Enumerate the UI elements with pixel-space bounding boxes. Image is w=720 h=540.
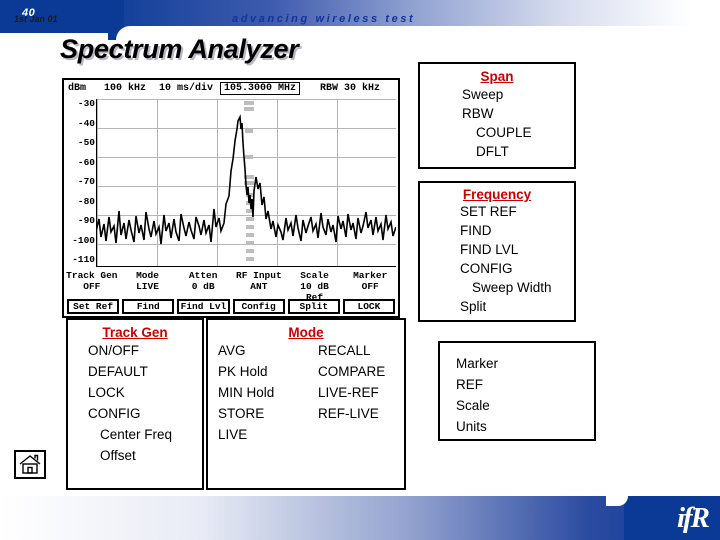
footer-date: 1st Jan 01 bbox=[14, 14, 58, 24]
menu-item-avg[interactable]: AVG bbox=[218, 340, 310, 361]
analyzer-status-bar: dBm 100 kHz 10 ms/div 105.3000 MHz RBW 3… bbox=[64, 80, 398, 97]
menu-item-marker[interactable]: Marker bbox=[440, 353, 594, 374]
status-units: dBm bbox=[68, 83, 87, 94]
menu-item-config[interactable]: CONFIG bbox=[68, 403, 202, 424]
status-rbw-value: 30 kHz bbox=[344, 83, 381, 94]
ifr-logo: ifR bbox=[676, 502, 710, 534]
menu-item-set-ref[interactable]: SET REF bbox=[420, 202, 574, 221]
softkey-split[interactable]: Split bbox=[287, 299, 340, 314]
panel-span-header: Span bbox=[480, 69, 514, 84]
y-axis-tick: -80 bbox=[77, 195, 95, 207]
analyzer-param-value: ANT bbox=[250, 281, 268, 292]
menu-item-config[interactable]: CONFIG bbox=[420, 259, 574, 278]
menu-item-scale[interactable]: Scale bbox=[440, 395, 594, 416]
panel-frequency: Frequency SET REF FIND FIND LVL CONFIG Sweep… bbox=[418, 181, 576, 322]
menu-item-on-off[interactable]: ON/OFF bbox=[68, 340, 202, 361]
panel-frequency-header: Frequency bbox=[462, 187, 532, 202]
y-axis-tick: -60 bbox=[77, 156, 95, 168]
analyzer-param-label: Atten bbox=[188, 270, 218, 281]
menu-item-dflt[interactable]: DFLT bbox=[420, 142, 574, 161]
panel-mode: Mode AVG PK Hold MIN Hold STORE LIVE RECALL C… bbox=[206, 318, 406, 490]
menu-item-find-lvl[interactable]: FIND LVL bbox=[420, 240, 574, 259]
y-axis-tick: -50 bbox=[77, 137, 95, 148]
analyzer-param-value: OFF bbox=[83, 281, 101, 292]
home-button[interactable] bbox=[14, 450, 46, 479]
status-center-frequency: 105.3000 MHz bbox=[220, 82, 301, 95]
status-time-div: 10 ms/div bbox=[158, 83, 213, 94]
status-rbw-label: RBW bbox=[319, 83, 338, 94]
menu-item-offset[interactable]: Offset bbox=[68, 445, 202, 466]
y-axis-tick: -40 bbox=[77, 117, 95, 129]
menu-item-center-freq[interactable]: Center Freq bbox=[68, 424, 202, 445]
menu-item-compare[interactable]: COMPARE bbox=[318, 361, 404, 382]
menu-item-live-ref[interactable]: LIVE-REF bbox=[318, 382, 404, 403]
spectrum-analyzer-display: dBm 100 kHz 10 ms/div 105.3000 MHz RBW 3… bbox=[62, 78, 400, 318]
menu-item-lock[interactable]: LOCK bbox=[68, 382, 202, 403]
y-axis-tick: -90 bbox=[77, 215, 95, 226]
analyzer-param-label: Scale bbox=[300, 270, 329, 281]
analyzer-softkey-row: Set Ref Find Find Lvl Config Split LOCK bbox=[67, 299, 396, 314]
menu-item-couple[interactable]: COUPLE bbox=[420, 123, 574, 142]
y-axis-tick: -110 bbox=[72, 254, 95, 265]
status-span: 100 kHz bbox=[103, 83, 146, 94]
menu-item-ref[interactable]: REF bbox=[440, 374, 594, 395]
panel-track-gen: Track Gen ON/OFF DEFAULT LOCK CONFIG Center … bbox=[66, 318, 204, 490]
analyzer-param-label: Mode bbox=[136, 270, 159, 281]
menu-item-store[interactable]: STORE bbox=[218, 403, 310, 424]
menu-item-ref-live[interactable]: REF-LIVE bbox=[318, 403, 404, 424]
menu-item-sweep[interactable]: Sweep bbox=[420, 85, 574, 104]
y-axis-tick: -100 bbox=[72, 234, 95, 246]
panel-frequency-list: SET REF FIND FIND LVL CONFIG Sweep Width Spli… bbox=[420, 202, 574, 316]
panel-mode-columns: AVG PK Hold MIN Hold STORE LIVE RECALL COMPAR… bbox=[208, 340, 404, 445]
menu-item-rbw[interactable]: RBW bbox=[420, 104, 574, 123]
footer-tagline: advancing wireless test bbox=[232, 13, 416, 25]
analyzer-param-value: LIVE bbox=[136, 281, 159, 292]
menu-item-units[interactable]: Units bbox=[440, 416, 594, 437]
menu-item-pk-hold[interactable]: PK Hold bbox=[218, 361, 310, 382]
analyzer-param-value: OFF bbox=[361, 281, 379, 292]
page-title: Spectrum Analyzer bbox=[60, 34, 299, 64]
menu-item-live[interactable]: LIVE bbox=[218, 424, 310, 445]
panel-track-gen-list: ON/OFF DEFAULT LOCK CONFIG Center Freq Offset bbox=[68, 340, 202, 466]
y-axis-tick: -70 bbox=[77, 176, 95, 187]
home-icon bbox=[16, 454, 44, 475]
panel-mode-column-1: AVG PK Hold MIN Hold STORE LIVE bbox=[208, 340, 310, 445]
softkey-config[interactable]: Config bbox=[232, 299, 285, 314]
analyzer-param-label: RF Input bbox=[236, 270, 282, 281]
menu-item-split[interactable]: Split bbox=[420, 297, 574, 316]
softkey-lock[interactable]: LOCK bbox=[342, 299, 396, 314]
panel-marker-list: Marker REF Scale Units bbox=[440, 353, 594, 437]
menu-item-find[interactable]: FIND bbox=[420, 221, 574, 240]
menu-item-default[interactable]: DEFAULT bbox=[68, 361, 202, 382]
y-axis-tick: -30 bbox=[77, 98, 95, 109]
panel-marker: Marker REF Scale Units bbox=[438, 341, 596, 441]
softkey-find[interactable]: Find bbox=[122, 299, 175, 314]
status-rbw: RBW 30 kHz bbox=[302, 83, 398, 94]
footer-band: ifR bbox=[0, 496, 720, 540]
panel-span-list: Sweep RBW COUPLE DFLT bbox=[420, 85, 574, 161]
panel-track-gen-header: Track Gen bbox=[102, 325, 168, 340]
spectrum-trace bbox=[96, 99, 396, 267]
softkey-set-ref[interactable]: Set Ref bbox=[67, 299, 120, 314]
menu-item-min-hold[interactable]: MIN Hold bbox=[218, 382, 310, 403]
menu-item-sweep-width[interactable]: Sweep Width bbox=[420, 278, 574, 297]
y-axis-labels: -30 -40 -50 -60 -70 -80 -90 -100 -110 bbox=[64, 97, 96, 269]
panel-span: Span Sweep RBW COUPLE DFLT bbox=[418, 62, 576, 169]
analyzer-plot: -30 -40 -50 -60 -70 -80 -90 -100 -110 bbox=[64, 97, 398, 269]
softkey-find-lvl[interactable]: Find Lvl bbox=[177, 299, 230, 314]
analyzer-param-value: 10 dB bbox=[300, 281, 329, 292]
analyzer-param-value: 0 dB bbox=[191, 281, 215, 292]
panel-mode-header: Mode bbox=[288, 325, 324, 340]
analyzer-param-label: Marker bbox=[353, 270, 388, 281]
panel-mode-column-2: RECALL COMPARE LIVE-REF REF-LIVE bbox=[310, 340, 404, 445]
analyzer-param-label: Track Gen bbox=[66, 270, 118, 281]
menu-item-recall[interactable]: RECALL bbox=[318, 340, 404, 361]
